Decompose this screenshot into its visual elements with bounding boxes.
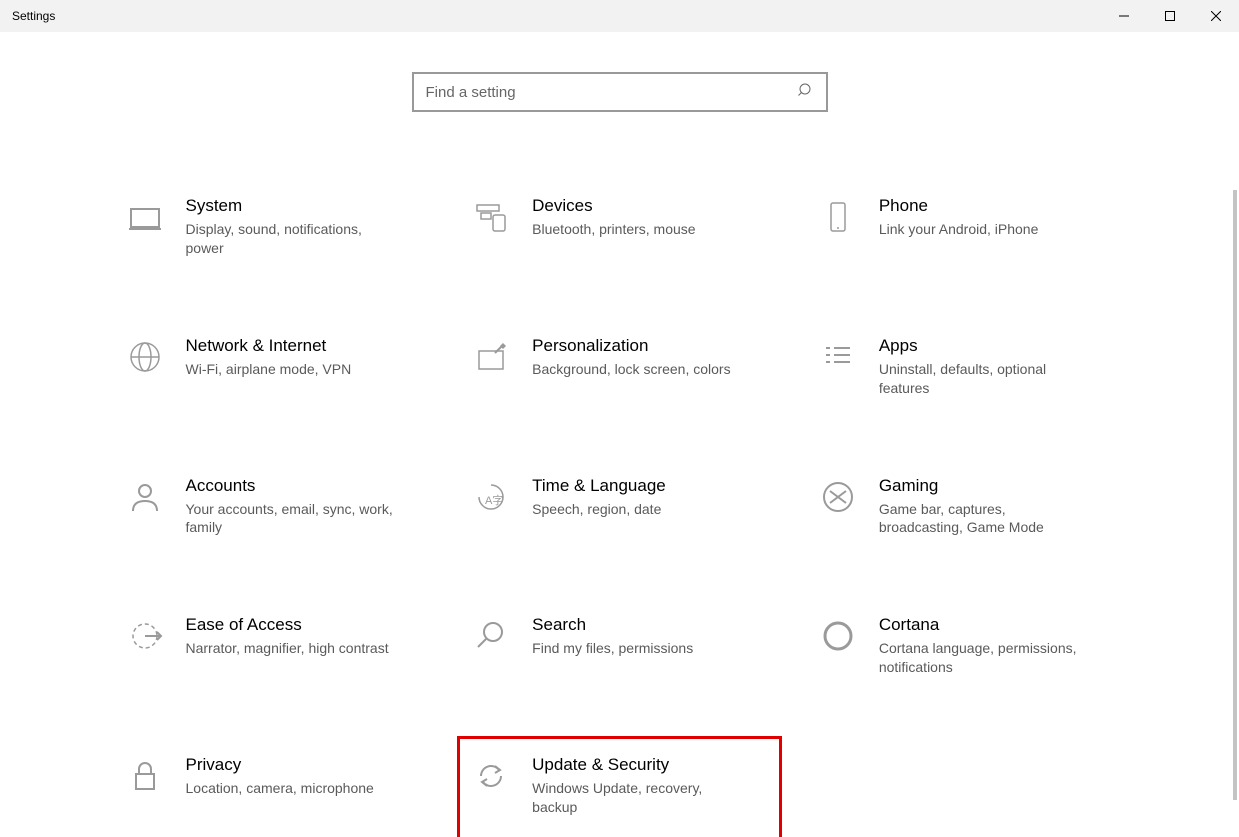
- tile-desc: Location, camera, microphone: [186, 779, 374, 798]
- tile-desc: Uninstall, defaults, optional features: [879, 360, 1089, 398]
- tile-title: System: [186, 196, 396, 216]
- tile-desc: Link your Android, iPhone: [879, 220, 1039, 239]
- tile-update[interactable]: Update & Security Windows Update, recover…: [466, 745, 773, 835]
- search-wrapper: [0, 72, 1239, 112]
- close-button[interactable]: [1193, 0, 1239, 32]
- privacy-icon: [124, 755, 166, 797]
- tile-text: Time & Language Speech, region, date: [532, 476, 666, 519]
- tile-text: Devices Bluetooth, printers, mouse: [532, 196, 695, 239]
- tile-desc: Wi-Fi, airplane mode, VPN: [186, 360, 352, 379]
- tile-text: Privacy Location, camera, microphone: [186, 755, 374, 798]
- tile-text: Search Find my files, permissions: [532, 615, 693, 658]
- tile-text: Accounts Your accounts, email, sync, work…: [186, 476, 396, 538]
- tile-desc: Narrator, magnifier, high contrast: [186, 639, 389, 658]
- tile-title: Cortana: [879, 615, 1089, 635]
- tile-desc: Bluetooth, printers, mouse: [532, 220, 695, 239]
- update-icon: [470, 755, 512, 797]
- titlebar-controls: [1101, 0, 1239, 32]
- tile-text: Ease of Access Narrator, magnifier, high …: [186, 615, 389, 658]
- apps-icon: [817, 336, 859, 378]
- personalization-icon: [470, 336, 512, 378]
- tile-title: Apps: [879, 336, 1089, 356]
- accounts-icon: [124, 476, 166, 518]
- close-icon: [1211, 11, 1221, 21]
- tile-title: Personalization: [532, 336, 730, 356]
- window-title: Settings: [12, 9, 55, 23]
- gaming-icon: [817, 476, 859, 518]
- tile-devices[interactable]: Devices Bluetooth, printers, mouse: [466, 192, 773, 262]
- cortana-icon: [817, 615, 859, 657]
- tile-desc: Windows Update, recovery, backup: [532, 779, 742, 817]
- tile-desc: Find my files, permissions: [532, 639, 693, 658]
- tile-title: Ease of Access: [186, 615, 389, 635]
- devices-icon: [470, 196, 512, 238]
- tile-desc: Display, sound, notifications, power: [186, 220, 396, 258]
- tile-desc: Cortana language, permissions, notificat…: [879, 639, 1089, 677]
- tile-phone[interactable]: Phone Link your Android, iPhone: [813, 192, 1120, 262]
- search-icon: [470, 615, 512, 657]
- maximize-button[interactable]: [1147, 0, 1193, 32]
- tile-title: Accounts: [186, 476, 396, 496]
- scrollbar[interactable]: [1233, 190, 1237, 800]
- tile-text: Apps Uninstall, defaults, optional featur…: [879, 336, 1089, 398]
- search-input[interactable]: [426, 84, 798, 101]
- phone-icon: [817, 196, 859, 238]
- ease-icon: [124, 615, 166, 657]
- settings-grid: System Display, sound, notifications, pow…: [110, 192, 1130, 835]
- tile-ease[interactable]: Ease of Access Narrator, magnifier, high …: [120, 611, 427, 681]
- titlebar: Settings: [0, 0, 1239, 32]
- tile-desc: Your accounts, email, sync, work, family: [186, 500, 396, 538]
- search-icon: [798, 82, 814, 103]
- tile-system[interactable]: System Display, sound, notifications, pow…: [120, 192, 427, 262]
- tile-text: Update & Security Windows Update, recover…: [532, 755, 742, 817]
- tile-title: Gaming: [879, 476, 1089, 496]
- tile-network[interactable]: Network & Internet Wi-Fi, airplane mode, …: [120, 332, 427, 402]
- tile-text: Cortana Cortana language, permissions, no…: [879, 615, 1089, 677]
- minimize-button[interactable]: [1101, 0, 1147, 32]
- tile-time[interactable]: Time & Language Speech, region, date: [466, 472, 773, 542]
- tile-title: Network & Internet: [186, 336, 352, 356]
- tile-text: Phone Link your Android, iPhone: [879, 196, 1039, 239]
- tile-title: Search: [532, 615, 693, 635]
- minimize-icon: [1119, 11, 1129, 21]
- tile-title: Phone: [879, 196, 1039, 216]
- network-icon: [124, 336, 166, 378]
- search-box[interactable]: [412, 72, 828, 112]
- tile-desc: Background, lock screen, colors: [532, 360, 730, 379]
- tile-search[interactable]: Search Find my files, permissions: [466, 611, 773, 681]
- system-icon: [124, 196, 166, 238]
- tile-desc: Game bar, captures, broadcasting, Game M…: [879, 500, 1089, 538]
- tile-text: Gaming Game bar, captures, broadcasting, …: [879, 476, 1089, 538]
- tile-title: Privacy: [186, 755, 374, 775]
- tile-cortana[interactable]: Cortana Cortana language, permissions, no…: [813, 611, 1120, 681]
- tile-privacy[interactable]: Privacy Location, camera, microphone: [120, 751, 427, 835]
- time-icon: [470, 476, 512, 518]
- maximize-icon: [1165, 11, 1175, 21]
- tile-personalization[interactable]: Personalization Background, lock screen, …: [466, 332, 773, 402]
- tile-text: System Display, sound, notifications, pow…: [186, 196, 396, 258]
- tile-desc: Speech, region, date: [532, 500, 666, 519]
- tile-text: Personalization Background, lock screen, …: [532, 336, 730, 379]
- tile-title: Update & Security: [532, 755, 742, 775]
- tile-title: Time & Language: [532, 476, 666, 496]
- tile-accounts[interactable]: Accounts Your accounts, email, sync, work…: [120, 472, 427, 542]
- tile-text: Network & Internet Wi-Fi, airplane mode, …: [186, 336, 352, 379]
- tile-gaming[interactable]: Gaming Game bar, captures, broadcasting, …: [813, 472, 1120, 542]
- content-area: System Display, sound, notifications, pow…: [0, 32, 1239, 835]
- tile-apps[interactable]: Apps Uninstall, defaults, optional featur…: [813, 332, 1120, 402]
- tile-title: Devices: [532, 196, 695, 216]
